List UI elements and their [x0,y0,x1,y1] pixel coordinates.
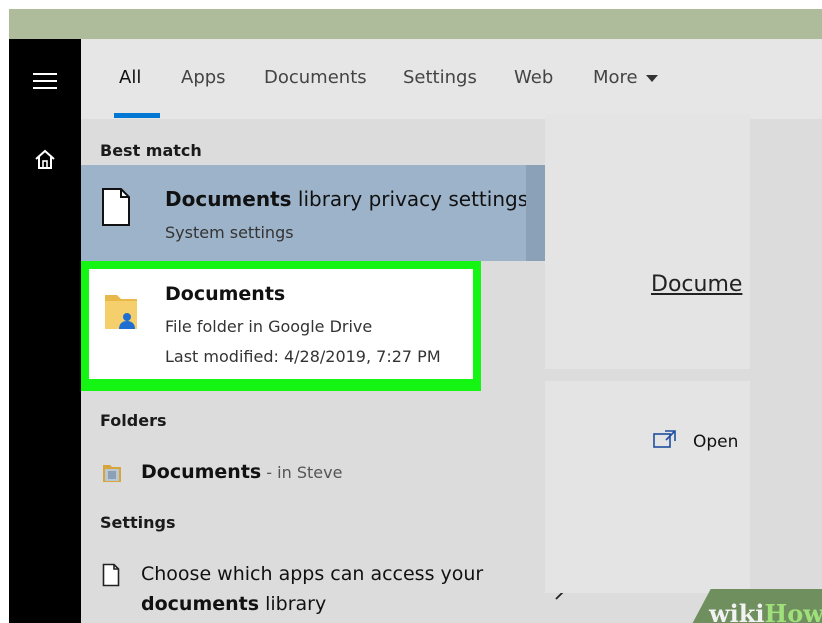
best-match-subtitle: System settings [165,223,294,242]
folder-icon [102,461,122,487]
documents-drive-location: File folder in Google Drive [165,317,373,336]
documents-drive-title: Documents [165,283,286,305]
page-icon [102,563,120,591]
filter-tabs: All Apps Documents Settings Web More [81,39,822,119]
active-tab-indicator [114,113,160,118]
window-top-strip [9,9,822,39]
best-match-title: Documents library privacy settings [165,187,529,211]
tab-all[interactable]: All [119,67,141,88]
section-folders: Folders [100,411,167,430]
document-icon [101,187,131,231]
best-match-item[interactable]: Documents library privacy settings Syste… [81,165,529,261]
preview-actions-card [545,381,750,593]
caret-down-icon [645,75,658,82]
hamburger-icon[interactable] [9,61,81,101]
tab-web[interactable]: Web [514,67,553,88]
tab-documents[interactable]: Documents [264,67,367,88]
tab-apps[interactable]: Apps [181,67,226,88]
section-best-match: Best match [100,141,202,160]
tab-more-label: More [593,67,638,88]
preview-open-action[interactable]: Open [653,430,738,453]
settings-item-line1: Choose which apps can access your [141,563,484,585]
settings-item-line2: documents library [141,593,327,615]
results-list: Best match Documents library privacy set… [81,119,598,623]
folder-item-name: Documents - in Steve [141,461,343,483]
section-settings: Settings [100,513,176,532]
folder-item-documents[interactable]: Documents - in Steve [81,443,598,503]
preview-title[interactable]: Docume [651,272,742,297]
start-rail [9,39,81,623]
home-icon[interactable] [9,139,81,179]
highlight-box: Documents File folder in Google Drive La… [81,261,481,391]
documents-drive-modified: Last modified: 4/28/2019, 7:27 PM [165,347,441,366]
watermark-text: wikiHow [709,599,822,623]
google-drive-folder-icon [103,289,139,335]
preview-header-card [545,114,750,369]
open-label: Open [693,431,739,452]
screenshot-frame: All Apps Documents Settings Web More Bes… [9,9,822,623]
documents-drive-item[interactable]: Documents File folder in Google Drive La… [89,269,473,379]
open-icon [653,430,677,453]
tab-settings[interactable]: Settings [403,67,477,88]
settings-item-app-access[interactable]: Choose which apps can access your docume… [81,549,598,623]
tab-more[interactable]: More [593,67,658,88]
